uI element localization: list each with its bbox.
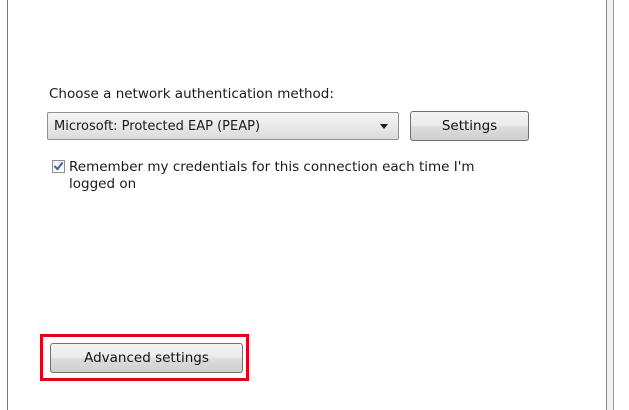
- remember-credentials-checkbox[interactable]: [52, 160, 65, 173]
- dialog-left-border: [7, 0, 8, 410]
- auth-method-selected-value: Microsoft: Protected EAP (PEAP): [54, 119, 261, 134]
- auth-method-label: Choose a network authentication method:: [49, 86, 334, 102]
- chevron-down-icon[interactable]: [380, 124, 388, 129]
- advanced-settings-button[interactable]: Advanced settings: [50, 343, 243, 373]
- dialog-right-border: [606, 0, 607, 410]
- auth-method-select[interactable]: Microsoft: Protected EAP (PEAP): [47, 112, 399, 140]
- checkmark-icon: [54, 162, 63, 171]
- dialog-outer-border: [613, 0, 614, 410]
- settings-button[interactable]: Settings: [410, 111, 529, 141]
- remember-credentials-label[interactable]: Remember my credentials for this connect…: [69, 159, 489, 193]
